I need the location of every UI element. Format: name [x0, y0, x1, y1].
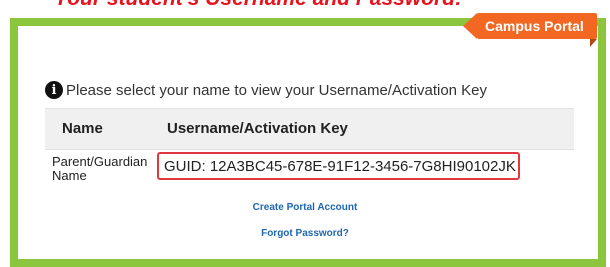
column-header-name: Name: [62, 120, 103, 137]
campus-portal-tab: Campus Portal: [463, 13, 597, 39]
page-caption: Your student's Username and Password:: [54, 0, 474, 11]
column-header-key: Username/Activation Key: [167, 120, 348, 137]
table-header-row: Name Username/Activation Key: [45, 108, 574, 150]
create-portal-account-link[interactable]: Create Portal Account: [0, 202, 610, 213]
tab-fold-decoration: [590, 39, 597, 47]
campus-portal-tab-label: Campus Portal: [485, 18, 584, 34]
activation-key-cell: GUID: 12A3BC45-678E-91F12-3456-7G8HI9010…: [157, 152, 520, 180]
instruction-text: Please select your name to view your Use…: [66, 81, 488, 99]
forgot-password-link[interactable]: Forgot Password?: [0, 228, 610, 239]
guardian-name-cell[interactable]: Parent/Guardian Name: [52, 155, 162, 183]
instruction-line: i Please select your name to view your U…: [45, 80, 487, 100]
info-icon: i: [45, 81, 63, 99]
